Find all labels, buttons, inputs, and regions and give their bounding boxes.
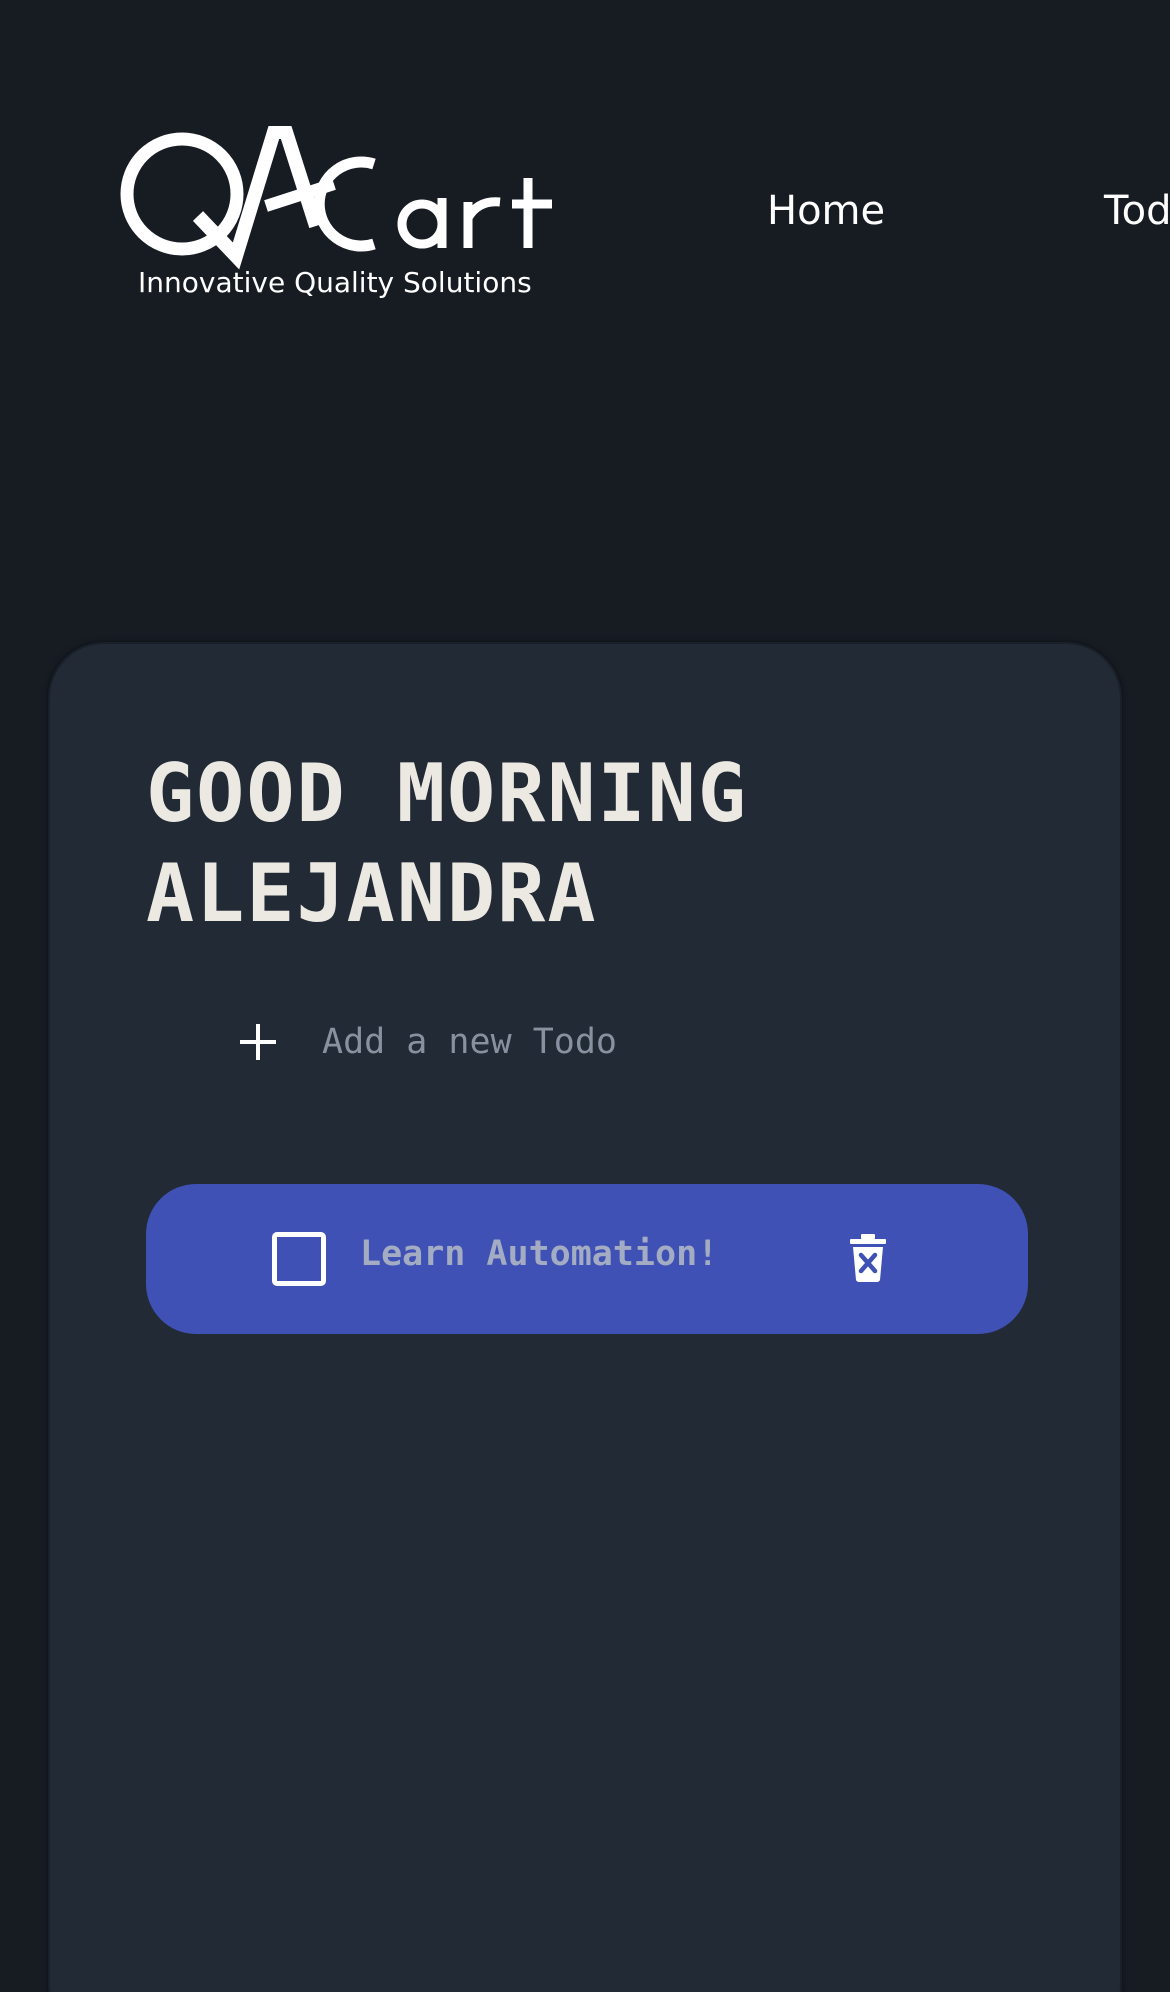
trash-icon[interactable] [848, 1234, 888, 1282]
brand-logo[interactable]: Innovative Quality Solutions [116, 126, 566, 306]
nav-todo-link[interactable]: Todo [1104, 188, 1170, 234]
todo-item-text: Learn Automation! [360, 1234, 719, 1274]
plus-icon[interactable] [238, 1022, 278, 1062]
new-todo-input[interactable] [322, 1012, 962, 1072]
new-todo-row [146, 1004, 1026, 1084]
logo-tagline: Innovative Quality Solutions [138, 266, 532, 299]
site-header: Innovative Quality Solutions Home Todo [0, 0, 1170, 420]
nav-home-link[interactable]: Home [767, 188, 885, 234]
greeting-heading: GOOD MORNING ALEJANDRA [146, 747, 748, 940]
todo-item: Learn Automation! [146, 1184, 1028, 1334]
qacart-logo-mark [120, 126, 552, 270]
checkbox-icon[interactable] [272, 1232, 326, 1286]
todo-card: GOOD MORNING ALEJANDRA Learn Automation! [48, 642, 1122, 1992]
